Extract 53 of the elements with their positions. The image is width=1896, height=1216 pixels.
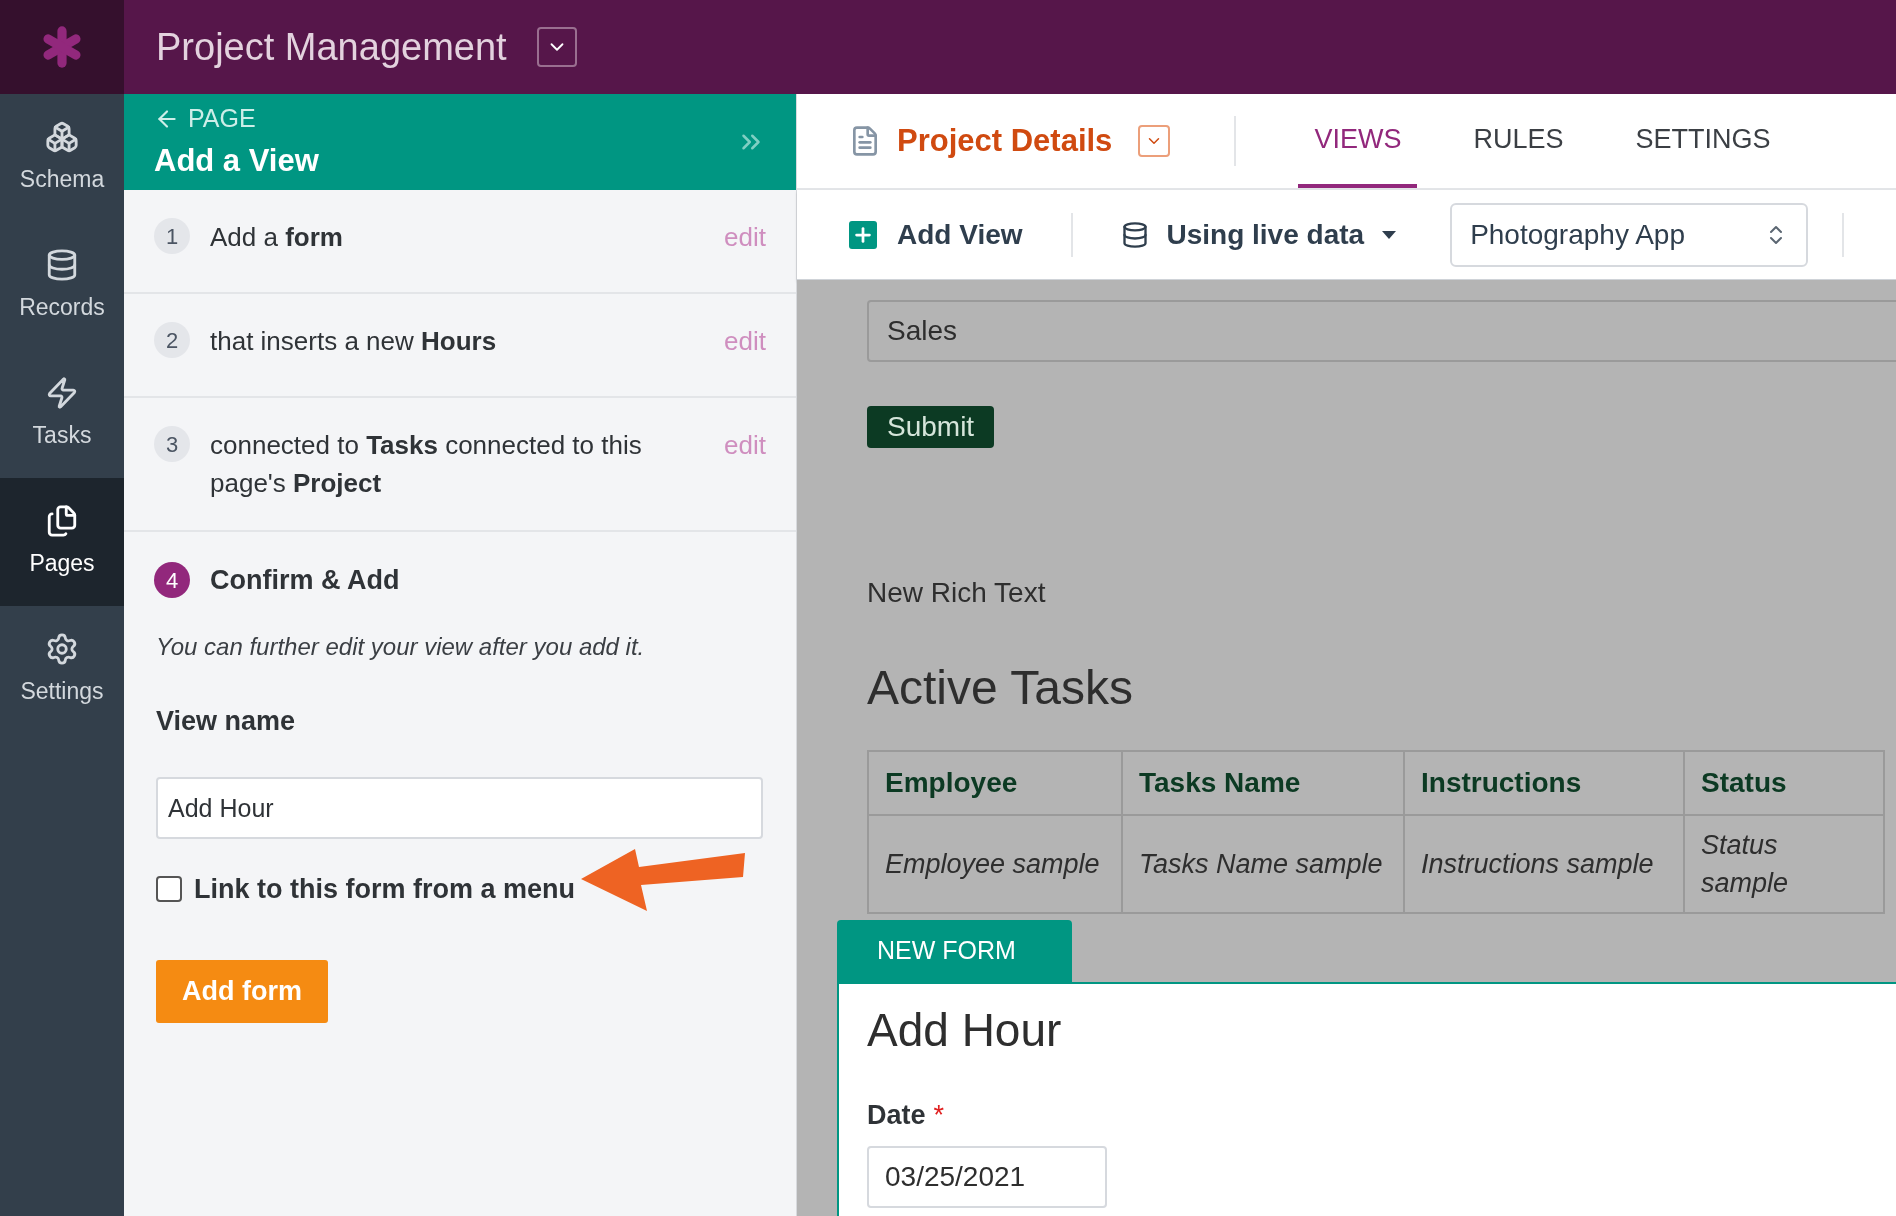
header-tab[interactable]: SETTINGS [1619,94,1787,188]
header-tab[interactable]: VIEWS [1298,94,1418,188]
nav-item[interactable]: Records [0,222,124,350]
column-header: Instructions [1404,751,1684,815]
checkbox-label: Link to this form from a menu [194,873,576,906]
table-title: Active Tasks [867,660,1134,716]
link-checkbox[interactable] [156,876,182,903]
nav-item[interactable]: Schema [0,94,124,222]
view-name-field[interactable]: Add Hour [156,777,763,839]
step-number: 1 [154,218,190,254]
page-title: Project Details [897,121,1113,160]
rich-text: New Rich Text [867,576,1047,610]
step-text: Add a form [210,221,344,254]
column-header: Tasks Name [1122,751,1404,815]
form-title: Add Hour [867,1003,1063,1058]
field-label: View name [156,704,297,738]
app-title: Project Management [156,24,507,70]
header-tab[interactable]: RULES [1457,94,1580,188]
database-icon [1120,220,1149,249]
column-header: Employee [868,751,1122,815]
step-text: Confirm & Add [210,564,400,597]
submit-button[interactable]: Submit [867,406,995,448]
nav-item[interactable]: Settings [0,606,124,734]
column-header: Status [1684,751,1884,815]
step-text: that inserts a new Hours [210,325,498,358]
add-view-button[interactable]: Add View [849,213,1023,256]
required-mark: * [933,1099,945,1132]
step-number: 3 [154,426,190,462]
table-cell: Instructions sample [1404,815,1684,913]
nav-item[interactable]: Tasks [0,350,124,478]
hint-text: You can further edit your view after you add it. [156,631,646,662]
data-source-dropdown[interactable]: Using live data [1120,213,1397,256]
cubes-icon [45,119,79,154]
step-text: connected to Tasks connected to this page's Project [210,429,643,500]
panel-title: Add a View [154,141,319,180]
status-field[interactable]: Sales [867,300,1896,362]
bolt-icon [45,375,79,410]
database-icon [45,247,79,282]
date-label: Date [867,1099,926,1132]
date-field[interactable]: 03/25/2021 [867,1145,1107,1208]
table-cell: Employee sample [868,815,1122,913]
nav-item[interactable]: Pages [0,478,124,606]
caret-icon [1382,230,1397,239]
table-cell: Status sample [1684,815,1884,913]
new-form-tab[interactable]: NEW FORM [837,920,1072,982]
plus-icon [849,220,877,249]
settings-icon [45,631,79,666]
pages-icon [45,503,79,538]
app-menu-button[interactable] [536,27,577,67]
step-number: 2 [154,322,190,358]
table-cell: Tasks Name sample [1122,815,1404,913]
step-number: 4 [154,562,190,599]
app-select[interactable]: Photography App [1450,202,1808,267]
